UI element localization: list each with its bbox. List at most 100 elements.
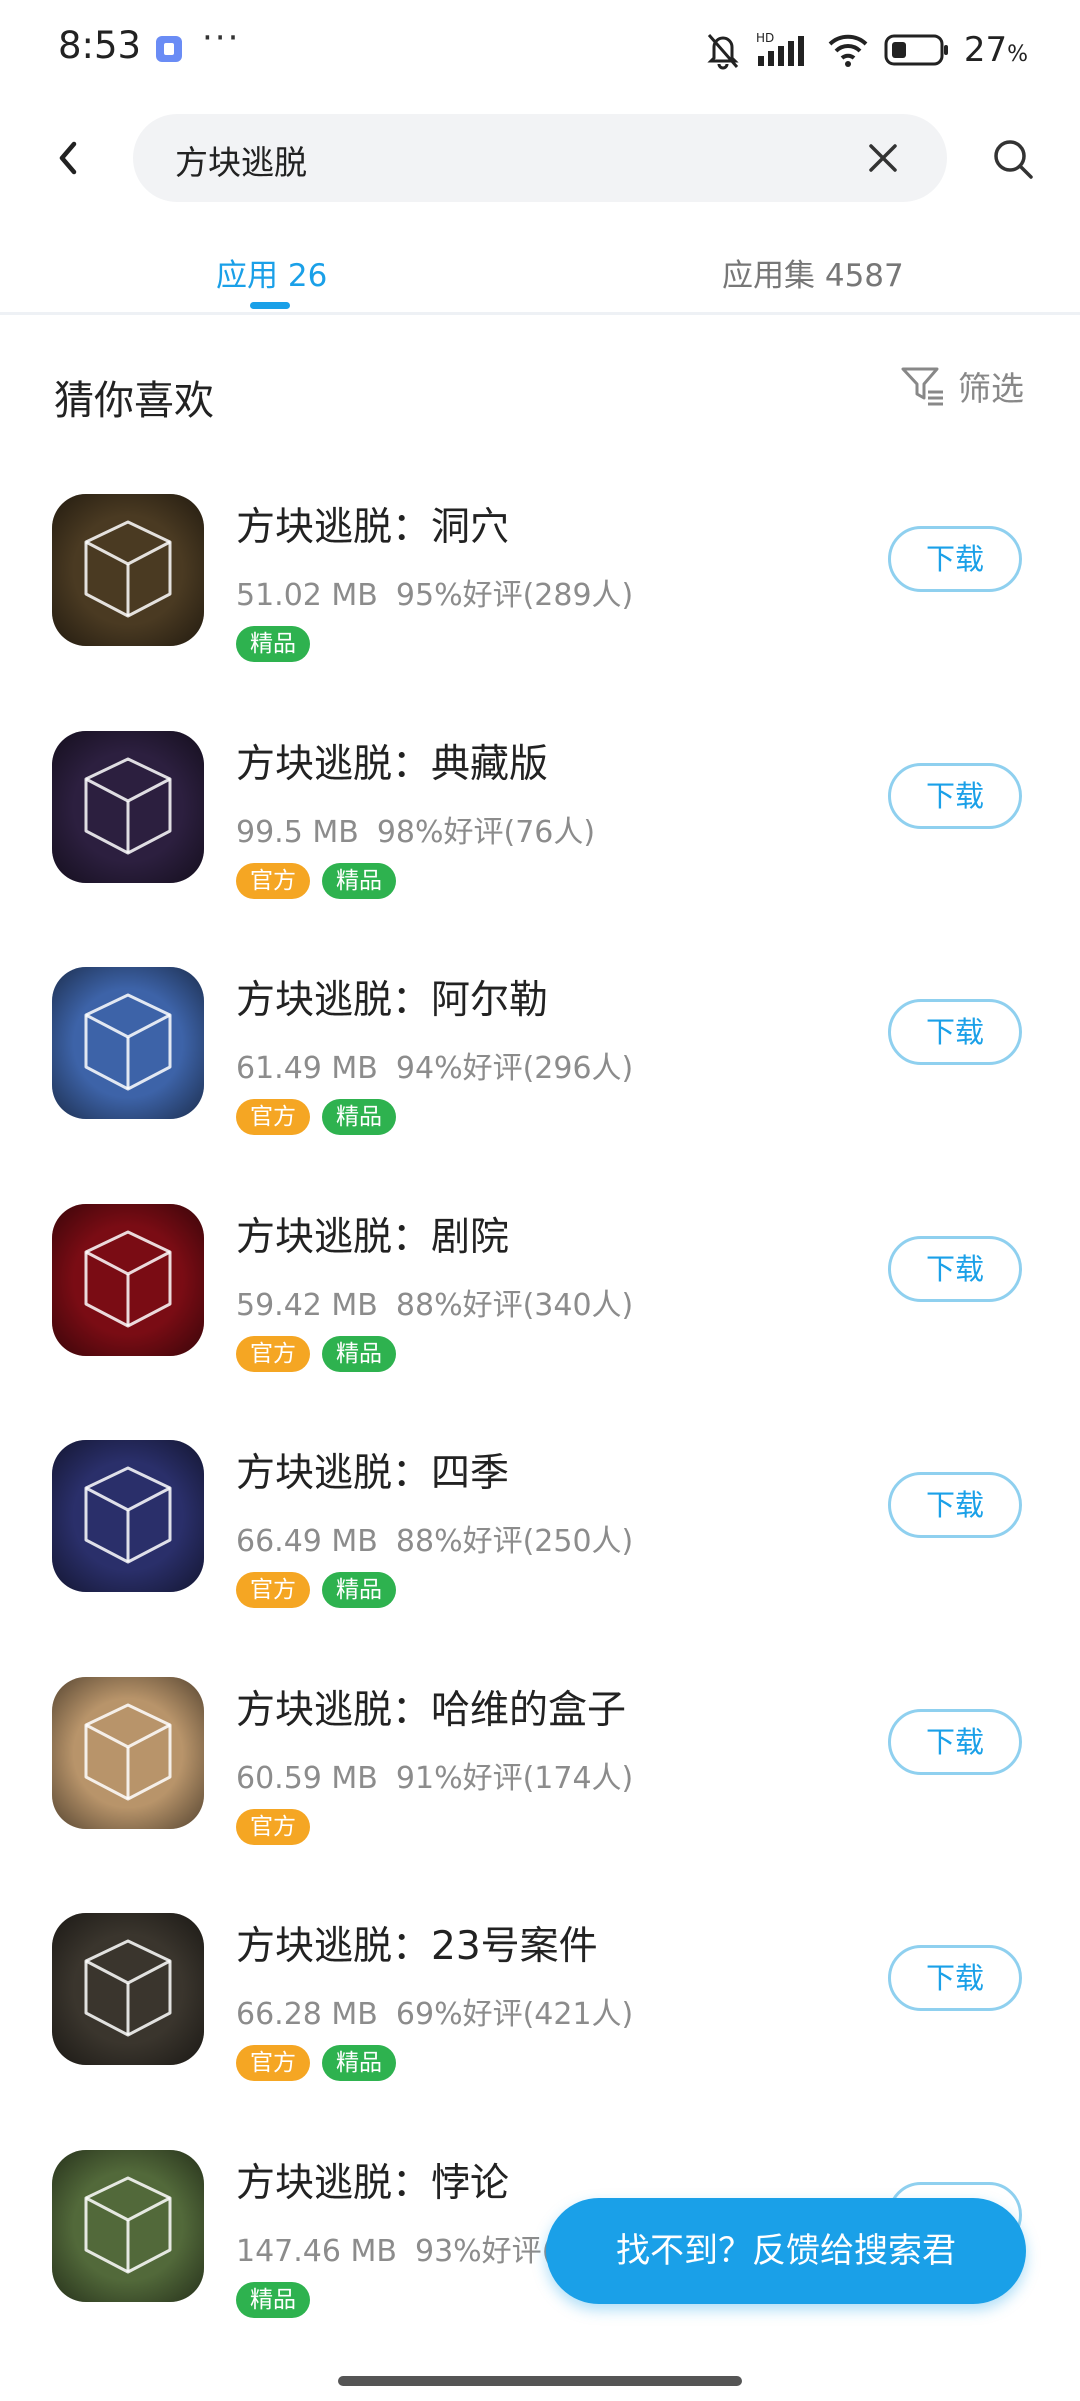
badge-group: 官方 精品 — [236, 862, 396, 899]
more-notifications-icon: ··· — [202, 18, 241, 58]
feedback-button[interactable]: 找不到？反馈给搜索君 — [546, 2198, 1026, 2304]
battery-icon — [884, 34, 948, 66]
app-rating: 91%好评(174人) — [395, 1760, 634, 1796]
app-icon — [52, 1203, 204, 1356]
filter-button[interactable]: 筛选 — [900, 362, 1024, 410]
quality-badge: 精品 — [236, 2281, 310, 2318]
app-icon — [52, 1913, 204, 2065]
official-badge: 官方 — [236, 1099, 310, 1135]
app-name: 方块逃脱：阿尔勒 — [236, 978, 549, 1023]
app-icon — [52, 1676, 204, 1829]
app-name: 方块逃脱：四季 — [236, 1451, 510, 1496]
app-icon — [52, 494, 204, 646]
app-size: 60.59 MB — [236, 1760, 378, 1796]
app-rating: 88%好评(250人) — [395, 1524, 634, 1559]
badge-group: 精品 — [236, 2281, 310, 2318]
filter-icon — [901, 367, 943, 406]
quality-badge: 精品 — [322, 2045, 396, 2081]
battery-unit: % — [1007, 42, 1028, 67]
app-meta: 147.46 MB 93%好评(5 — [236, 2226, 572, 2270]
app-meta: 66.28 MB 69%好评(421人) — [236, 1989, 633, 2033]
app-rating: 69%好评(421人) — [395, 1997, 634, 2032]
app-rating: 95%好评(289人) — [395, 578, 634, 613]
quality-badge: 精品 — [236, 626, 310, 662]
app-icon — [52, 2149, 204, 2302]
app-name: 方块逃脱：典藏版 — [236, 741, 549, 787]
app-size: 147.46 MB — [236, 2233, 397, 2269]
app-list-item[interactable]: 方块逃脱：阿尔勒 61.49 MB 94%好评(296人) 官方 精品 下载 — [0, 943, 1080, 1180]
cube-icon — [52, 494, 204, 646]
app-size: 66.49 MB — [236, 1524, 378, 1559]
download-button[interactable]: 下载 — [888, 526, 1022, 592]
status-bar: 8:53 ··· HD 27% — [0, 0, 1080, 100]
app-name: 方块逃脱：剧院 — [236, 1214, 510, 1260]
search-button[interactable] — [990, 136, 1036, 182]
app-icon — [52, 1440, 204, 1592]
badge-group: 官方 精品 — [236, 1099, 396, 1135]
cube-icon — [52, 730, 204, 883]
download-button[interactable]: 下载 — [888, 999, 1022, 1065]
app-list: 方块逃脱：洞穴 51.02 MB 95%好评(289人) 精品 下载 方块逃脱：典藏版 99… — [0, 470, 1080, 2362]
app-list-item[interactable]: 方块逃脱：哈维的盒子 60.59 MB 91%好评(174人) 官方 下载 — [0, 1653, 1080, 1890]
official-badge: 官方 — [236, 1572, 310, 1608]
search-icon — [994, 140, 1033, 179]
hd-label: HD — [756, 31, 774, 45]
badge-group: 官方 精品 — [236, 1572, 396, 1608]
badge-group: 官方 精品 — [236, 2045, 396, 2081]
clear-search-button[interactable] — [863, 138, 903, 178]
app-meta: 61.49 MB 94%好评(296人) — [236, 1043, 633, 1087]
cube-icon — [52, 2149, 204, 2302]
signal-icon: HD — [756, 31, 804, 66]
close-icon — [869, 144, 897, 172]
notification-icon — [156, 36, 182, 62]
search-query-text: 方块逃脱 — [175, 143, 307, 182]
official-badge: 官方 — [236, 862, 310, 899]
app-size: 61.49 MB — [236, 1051, 378, 1086]
status-icons: HD 27% — [704, 26, 1028, 74]
tabs-divider — [0, 312, 1080, 315]
cube-icon — [52, 1913, 204, 2065]
tab-indicator — [250, 302, 290, 309]
quality-badge: 精品 — [322, 1099, 396, 1135]
app-size: 99.5 MB — [236, 814, 359, 850]
download-button[interactable]: 下载 — [888, 1708, 1022, 1775]
app-rating: 94%好评(296人) — [395, 1051, 634, 1086]
download-button[interactable]: 下载 — [888, 1945, 1022, 2011]
battery-value: 27 — [963, 30, 1008, 70]
app-meta: 59.42 MB 88%好评(340人) — [236, 1280, 633, 1324]
wifi-icon — [828, 34, 868, 67]
cube-icon — [52, 1203, 204, 1356]
app-size: 51.02 MB — [236, 578, 378, 613]
app-name: 方块逃脱：悖论 — [236, 2160, 510, 2206]
app-size: 59.42 MB — [236, 1287, 378, 1323]
official-badge: 官方 — [236, 2045, 310, 2081]
app-name: 方块逃脱：哈维的盒子 — [236, 1687, 627, 1733]
tab-apps[interactable]: 应用 26 — [216, 250, 327, 295]
cube-icon — [52, 1676, 204, 1829]
app-list-item[interactable]: 方块逃脱：剧院 59.42 MB 88%好评(340人) 官方 精品 下载 — [0, 1180, 1080, 1417]
result-tabs: 应用 26 应用集 4587 — [0, 232, 1080, 312]
app-icon — [52, 967, 204, 1119]
app-list-item[interactable]: 方块逃脱：典藏版 99.5 MB 98%好评(76人) 官方 精品 下载 — [0, 707, 1080, 944]
download-button[interactable]: 下载 — [888, 1235, 1022, 1302]
filter-label: 筛选 — [958, 369, 1024, 408]
download-button[interactable]: 下载 — [888, 762, 1022, 829]
app-meta: 66.49 MB 88%好评(250人) — [236, 1516, 633, 1560]
app-list-item[interactable]: 方块逃脱：洞穴 51.02 MB 95%好评(289人) 精品 下载 — [0, 470, 1080, 707]
app-list-item[interactable]: 方块逃脱：四季 66.49 MB 88%好评(250人) 官方 精品 下载 — [0, 1416, 1080, 1653]
search-input[interactable]: 方块逃脱 — [133, 114, 947, 202]
section-title: 猜你喜欢 — [54, 378, 214, 424]
app-meta: 51.02 MB 95%好评(289人) — [236, 570, 633, 614]
home-indicator[interactable] — [338, 2376, 742, 2386]
download-button[interactable]: 下载 — [888, 1472, 1022, 1538]
tab-app-collections[interactable]: 应用集 4587 — [722, 250, 904, 295]
app-list-item[interactable]: 方块逃脱：23号案件 66.28 MB 69%好评(421人) 官方 精品 下载 — [0, 1889, 1080, 2126]
app-size: 66.28 MB — [236, 1997, 378, 2032]
chevron-left-icon — [59, 141, 77, 175]
quality-badge: 精品 — [322, 862, 396, 899]
official-badge: 官方 — [236, 1335, 310, 1372]
badge-group: 官方 精品 — [236, 1335, 396, 1372]
battery-percentage: 27% — [964, 30, 1028, 70]
badge-group: 官方 — [236, 1808, 310, 1845]
back-button[interactable] — [48, 138, 88, 178]
